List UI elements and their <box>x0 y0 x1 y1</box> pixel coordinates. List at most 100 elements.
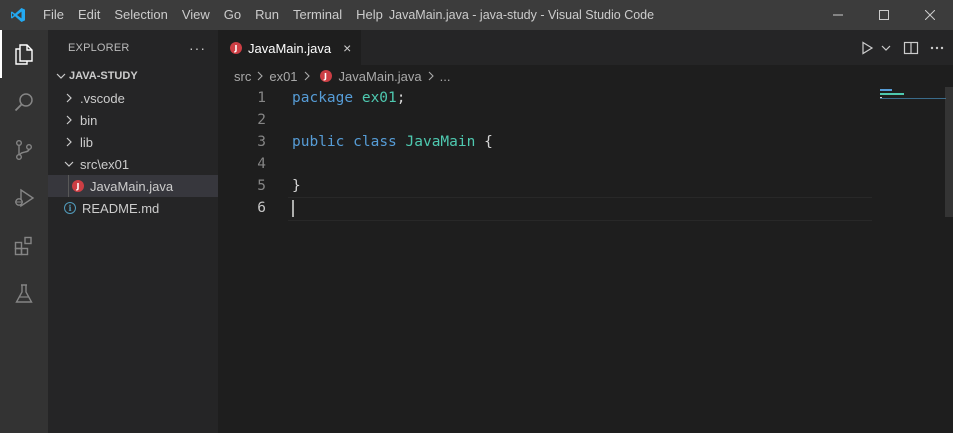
workspace-root-label: JAVA-STUDY <box>69 70 138 82</box>
extensions-icon <box>14 236 32 256</box>
minimize-icon <box>833 14 843 16</box>
minimap-line <box>880 89 892 91</box>
maximize-icon <box>879 10 889 20</box>
breadcrumb-item-ex01[interactable]: ex01 <box>269 69 297 84</box>
minimap[interactable] <box>872 87 946 433</box>
chevron-right-icon <box>66 137 72 147</box>
run-debug-icon <box>15 188 35 208</box>
chevron-right-icon <box>257 71 264 81</box>
menu-go[interactable]: Go <box>217 0 248 30</box>
vertical-scrollbar[interactable] <box>945 87 953 217</box>
menu-help[interactable]: Help <box>349 0 390 30</box>
breadcrumb-item-symbols[interactable]: ... <box>440 69 451 84</box>
code-token: class <box>353 134 397 150</box>
line-number: 2 <box>257 112 266 128</box>
code-text: } <box>292 178 301 194</box>
chevron-right-icon <box>428 71 434 81</box>
activity-search[interactable] <box>0 78 48 126</box>
code-line[interactable]: 4 <box>218 153 872 175</box>
breadcrumb: src ex01 J JavaMain.java ... <box>218 65 953 87</box>
java-file-icon: J <box>72 180 84 192</box>
code-token: } <box>292 178 301 194</box>
split-editor-icon[interactable] <box>903 40 919 56</box>
code-token: public <box>292 134 345 150</box>
close-button[interactable] <box>907 0 953 30</box>
chevron-down-icon[interactable] <box>881 40 891 56</box>
maximize-button[interactable] <box>861 0 907 30</box>
minimize-button[interactable] <box>815 0 861 30</box>
menu-edit[interactable]: Edit <box>71 0 107 30</box>
code-token: { <box>475 134 493 150</box>
menu-bar: File Edit Selection View Go Run Terminal… <box>35 0 390 30</box>
workspace-root[interactable]: JAVA-STUDY <box>48 65 218 87</box>
activity-bar <box>0 30 48 433</box>
code-token: JavaMain <box>405 134 476 150</box>
editor-area: J JavaMain.java × src ex01 J JavaMain.ja… <box>218 30 953 433</box>
tree-item-label: .vscode <box>80 90 125 106</box>
explorer-header: EXPLORER ··· <box>48 30 218 65</box>
line-number: 1 <box>257 90 266 106</box>
code-token: package <box>292 90 354 106</box>
activity-testing[interactable] <box>0 270 48 318</box>
window-controls <box>815 0 953 30</box>
java-file-icon: J <box>319 70 332 82</box>
tree-folder-vscode[interactable]: .vscode <box>48 87 218 109</box>
code-token: ; <box>396 90 406 106</box>
more-actions-button[interactable]: ··· <box>189 40 206 56</box>
line-number: 3 <box>257 134 266 150</box>
explorer-icon <box>15 44 33 65</box>
chevron-down-icon <box>64 161 74 167</box>
code-text: package ex01; <box>292 90 406 106</box>
run-icon[interactable] <box>859 40 875 56</box>
menu-selection[interactable]: Selection <box>107 0 174 30</box>
tree-item-label: bin <box>80 112 98 128</box>
tab-javamain[interactable]: J JavaMain.java × <box>218 30 362 65</box>
code-token: ex01 <box>361 90 397 106</box>
info-file-icon: i <box>64 202 76 214</box>
source-control-icon <box>15 140 32 161</box>
code-line[interactable]: 2 <box>218 109 872 131</box>
close-tab-button[interactable]: × <box>343 40 351 56</box>
breadcrumb-item-src[interactable]: src <box>234 69 251 84</box>
tree-folder-bin[interactable]: bin <box>48 109 218 131</box>
code-line[interactable]: 1 package ex01; <box>218 87 872 109</box>
activity-source-control[interactable] <box>0 126 48 174</box>
code-text: public class JavaMain { <box>292 134 493 150</box>
explorer-sidebar: EXPLORER ··· JAVA-STUDY .vscode bin lib … <box>48 30 218 433</box>
activity-extensions[interactable] <box>0 222 48 270</box>
editor-actions <box>859 30 953 65</box>
tree-file-readme[interactable]: i README.md <box>48 197 218 219</box>
tree-item-label: README.md <box>82 200 160 216</box>
chevron-right-icon <box>304 71 310 81</box>
code-line[interactable]: 6 <box>218 197 872 221</box>
line-number: 5 <box>257 178 266 194</box>
testing-icon <box>15 284 33 303</box>
title-bar: File Edit Selection View Go Run Terminal… <box>0 0 953 30</box>
activity-explorer[interactable] <box>0 30 48 78</box>
breadcrumb-item-file[interactable]: JavaMain.java <box>339 69 422 84</box>
menu-file[interactable]: File <box>35 0 71 30</box>
code-line[interactable]: 5} <box>218 175 872 197</box>
more-actions-icon[interactable] <box>929 40 945 56</box>
menu-view[interactable]: View <box>175 0 217 30</box>
minimap-line <box>880 93 904 95</box>
chevron-right-icon <box>66 93 72 103</box>
activity-run-debug[interactable] <box>0 174 48 222</box>
vscode-logo-icon <box>0 0 35 30</box>
code-line[interactable]: 3 public class JavaMain { <box>218 131 872 153</box>
minimap-cursor-line <box>880 98 946 99</box>
tree-folder-src-ex01[interactable]: src\ex01 <box>48 153 218 175</box>
code-editor[interactable]: 1 package ex01; 2 3 public class JavaMain {4… <box>218 87 872 221</box>
menu-run[interactable]: Run <box>248 0 286 30</box>
tree-folder-lib[interactable]: lib <box>48 131 218 153</box>
tree-file-javamain[interactable]: J JavaMain.java <box>48 175 218 197</box>
menu-terminal[interactable]: Terminal <box>286 0 349 30</box>
java-file-icon: J <box>230 42 242 54</box>
text-cursor <box>292 200 294 217</box>
tree-item-label: src\ex01 <box>80 156 130 172</box>
chevron-down-icon <box>56 73 66 79</box>
close-icon <box>925 10 935 20</box>
